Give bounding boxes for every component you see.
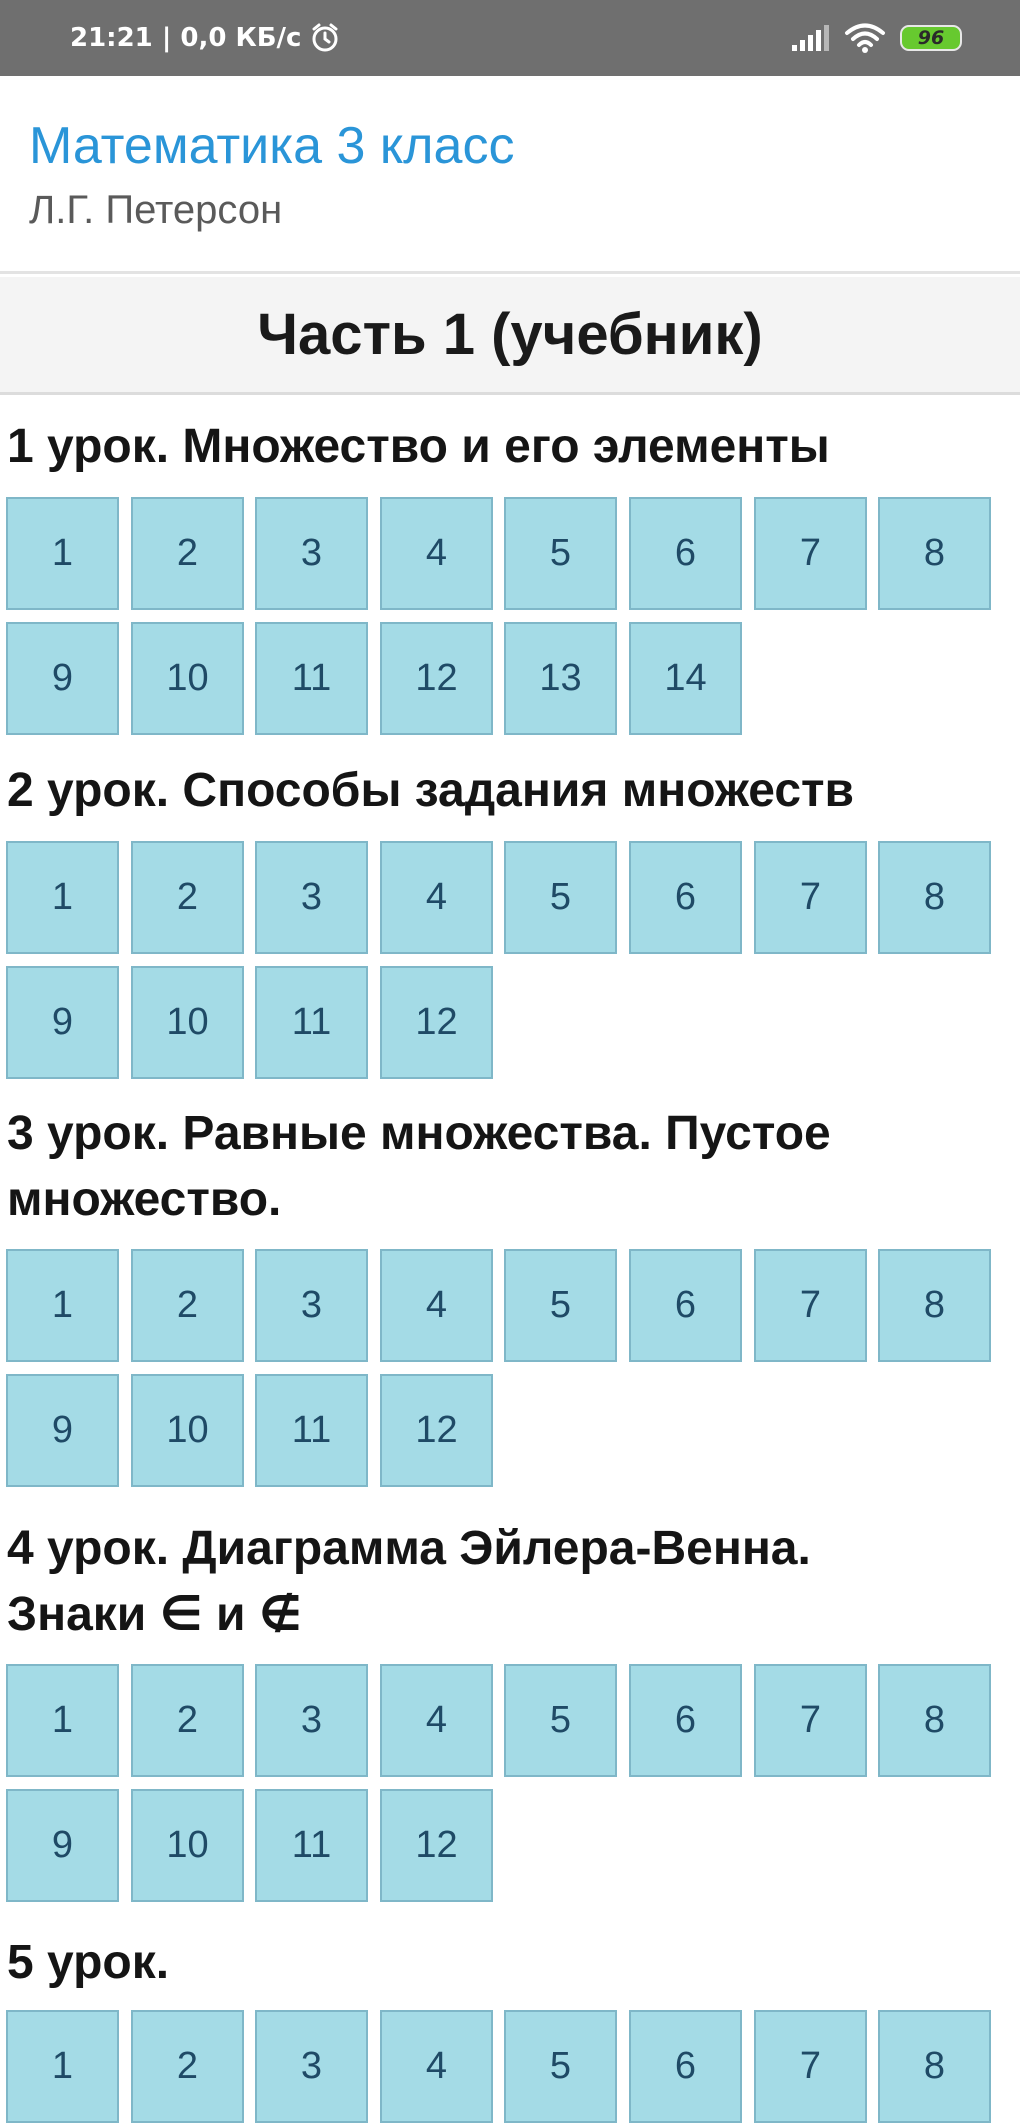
lesson-title: 2 урок. Способы задания множеств (7, 758, 1007, 824)
task-button[interactable]: 6 (629, 1249, 742, 1362)
alarm-icon (312, 23, 338, 52)
task-button[interactable]: 9 (6, 622, 119, 735)
task-button[interactable]: 2 (131, 841, 244, 954)
task-button[interactable]: 2 (131, 2010, 244, 2123)
task-button[interactable]: 14 (629, 622, 742, 735)
task-button[interactable]: 1 (6, 841, 119, 954)
lesson-title-line: 4 урок. Диаграмма Эйлера-Венна. (7, 1522, 811, 1575)
task-button[interactable]: 7 (754, 497, 867, 610)
task-button[interactable]: 2 (131, 1249, 244, 1362)
task-button[interactable]: 1 (6, 2010, 119, 2123)
status-speed: 0,0 КБ/с (180, 23, 302, 53)
task-button[interactable]: 8 (878, 497, 991, 610)
task-button[interactable]: 12 (380, 622, 493, 735)
task-button[interactable]: 6 (629, 1664, 742, 1777)
task-button[interactable]: 8 (878, 1249, 991, 1362)
task-button[interactable]: 2 (131, 1664, 244, 1777)
task-button[interactable]: 7 (754, 841, 867, 954)
task-button[interactable]: 10 (131, 622, 244, 735)
lesson-title-line: 3 урок. Равные множества. Пустое (7, 1107, 831, 1160)
task-button[interactable]: 5 (504, 1664, 617, 1777)
task-button[interactable]: 8 (878, 2010, 991, 2123)
battery-icon: 96 (900, 25, 962, 51)
task-button[interactable]: 9 (6, 966, 119, 1079)
lesson-title: 1 урок. Множество и его элементы (7, 414, 1007, 480)
task-button[interactable]: 5 (504, 841, 617, 954)
task-button[interactable]: 10 (131, 966, 244, 1079)
task-button[interactable]: 6 (629, 841, 742, 954)
task-button[interactable]: 2 (131, 497, 244, 610)
task-button[interactable]: 7 (754, 2010, 867, 2123)
task-button[interactable]: 1 (6, 1664, 119, 1777)
task-button[interactable]: 12 (380, 966, 493, 1079)
status-time: 21:21 (70, 23, 153, 53)
task-button[interactable]: 7 (754, 1249, 867, 1362)
battery-level: 96 (917, 27, 945, 49)
task-button[interactable]: 3 (255, 841, 368, 954)
wifi-icon (845, 23, 885, 53)
task-button[interactable]: 13 (504, 622, 617, 735)
task-button[interactable]: 4 (380, 497, 493, 610)
task-button[interactable]: 12 (380, 1374, 493, 1487)
task-button[interactable]: 11 (255, 1789, 368, 1902)
task-button[interactable]: 11 (255, 1374, 368, 1487)
status-bar: 21:21 | 0,0 КБ/с 96 (0, 0, 1020, 76)
task-button[interactable]: 5 (504, 497, 617, 610)
task-button[interactable]: 1 (6, 497, 119, 610)
part-title: Часть 1 (учебник) (0, 277, 1020, 395)
task-button[interactable]: 9 (6, 1789, 119, 1902)
app-subtitle: Л.Г. Петерсон (29, 188, 283, 232)
task-button[interactable]: 3 (255, 2010, 368, 2123)
signal-icon (792, 25, 829, 51)
lesson-title-line: 5 урок. (7, 1936, 170, 1989)
lesson-title-line: 1 урок. Множество и его элементы (7, 420, 830, 473)
task-button[interactable]: 12 (380, 1789, 493, 1902)
task-button[interactable]: 5 (504, 2010, 617, 2123)
task-button[interactable]: 3 (255, 497, 368, 610)
task-button[interactable]: 10 (131, 1789, 244, 1902)
lesson-title: 4 урок. Диаграмма Эйлера-Венна. Знаки ∈ и… (7, 1516, 1007, 1648)
task-button[interactable]: 4 (380, 1664, 493, 1777)
task-button[interactable]: 4 (380, 841, 493, 954)
task-button[interactable]: 5 (504, 1249, 617, 1362)
task-button[interactable]: 9 (6, 1374, 119, 1487)
task-button[interactable]: 10 (131, 1374, 244, 1487)
task-button[interactable]: 11 (255, 966, 368, 1079)
task-button[interactable]: 7 (754, 1664, 867, 1777)
status-right: 96 (790, 0, 962, 76)
task-button[interactable]: 8 (878, 1664, 991, 1777)
lesson-title-line: 2 урок. Способы задания множеств (7, 764, 855, 817)
app-title: Математика 3 класс (29, 117, 515, 175)
task-button[interactable]: 3 (255, 1664, 368, 1777)
task-button[interactable]: 4 (380, 1249, 493, 1362)
task-button[interactable]: 11 (255, 622, 368, 735)
status-left: 21:21 | 0,0 КБ/с (70, 0, 341, 76)
lesson-title: 5 урок. (7, 1930, 1007, 1996)
task-button[interactable]: 1 (6, 1249, 119, 1362)
task-button[interactable]: 8 (878, 841, 991, 954)
lesson-title: 3 урок. Равные множества. Пустое множеств… (7, 1101, 1007, 1233)
app-header: Математика 3 класс Л.Г. Петерсон (0, 76, 1020, 274)
task-button[interactable]: 6 (629, 2010, 742, 2123)
lesson-title-line: Знаки ∈ и ∉ (7, 1588, 302, 1641)
task-button[interactable]: 3 (255, 1249, 368, 1362)
task-button[interactable]: 4 (380, 2010, 493, 2123)
task-button[interactable]: 6 (629, 497, 742, 610)
status-separator: | (152, 23, 181, 53)
lesson-title-line: множество. (7, 1173, 282, 1226)
